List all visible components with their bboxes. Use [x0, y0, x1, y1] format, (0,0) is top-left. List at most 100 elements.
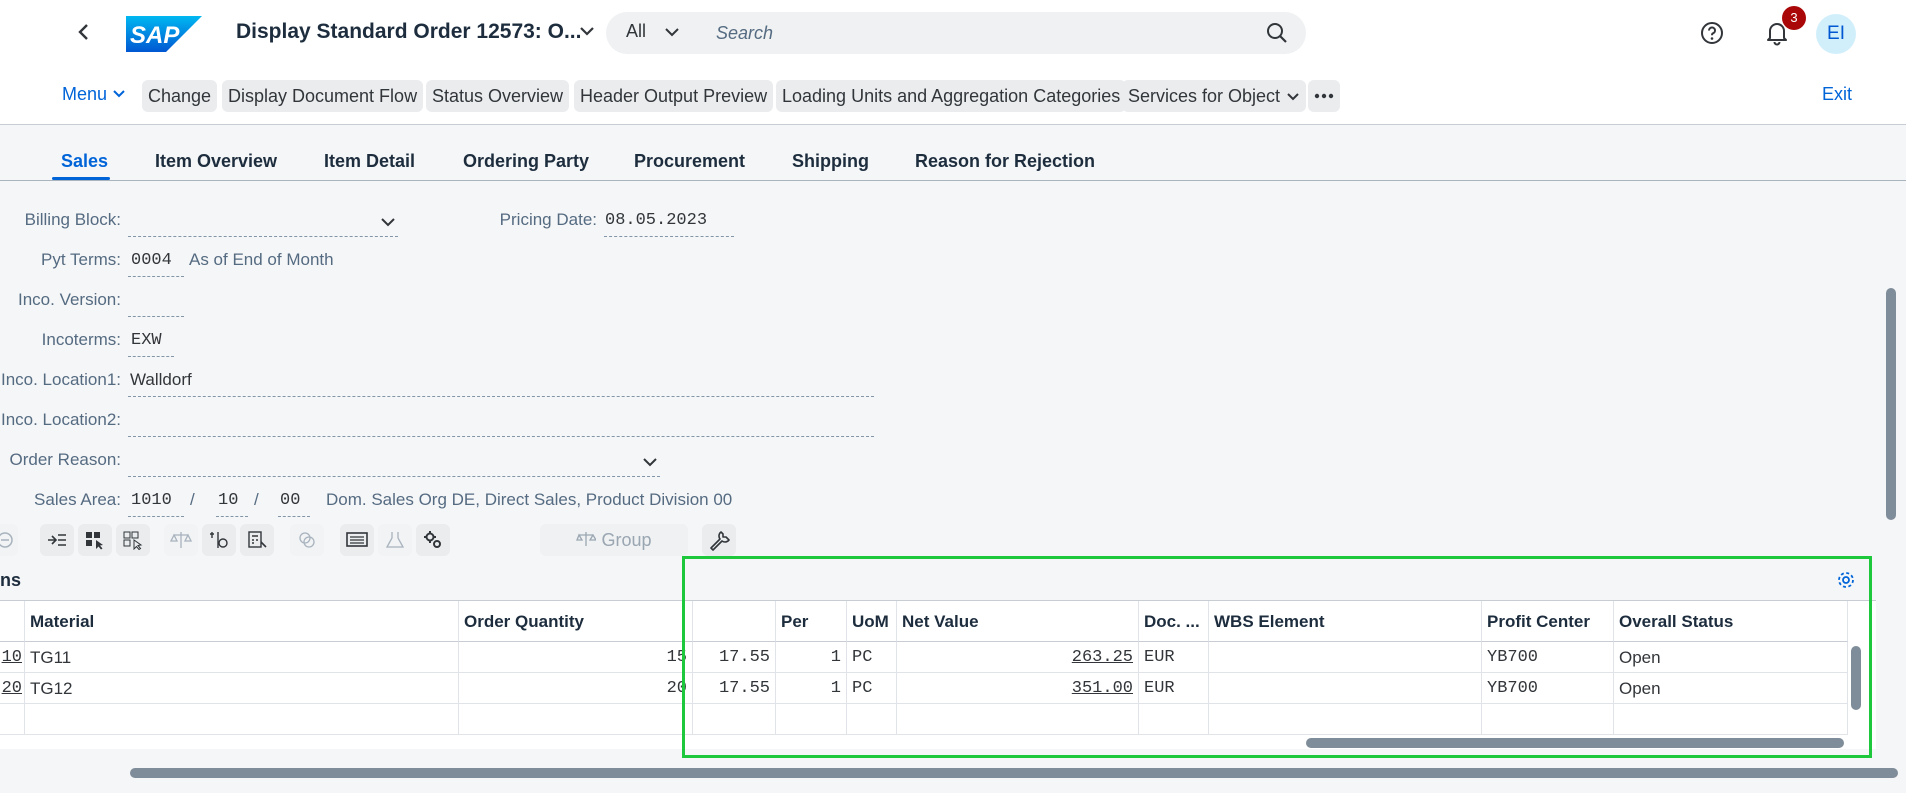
- gear-icon[interactable]: [1836, 570, 1856, 590]
- header-output-preview-button[interactable]: Header Output Preview: [574, 80, 774, 112]
- column-header-profit-center[interactable]: Profit Center: [1482, 601, 1614, 642]
- column-header-doc-currency[interactable]: Doc. ...: [1139, 601, 1209, 642]
- wbs-cell[interactable]: [1209, 673, 1482, 704]
- column-header-uom[interactable]: UoM: [847, 601, 897, 642]
- profit-center-cell[interactable]: YB700: [1482, 673, 1614, 704]
- item-number-link[interactable]: 20: [0, 673, 25, 704]
- change-button[interactable]: Change: [142, 80, 218, 112]
- display-icon[interactable]: [340, 524, 374, 556]
- group-button[interactable]: Group: [540, 524, 688, 556]
- search-scope[interactable]: All: [626, 21, 646, 42]
- price-cell[interactable]: 17.55: [693, 673, 776, 704]
- page-horizontal-scrollbar[interactable]: [130, 768, 1898, 778]
- tab-ordering-party[interactable]: Ordering Party: [463, 151, 589, 172]
- remove-icon[interactable]: [0, 524, 18, 556]
- column-header-per[interactable]: Per: [776, 601, 847, 642]
- incoterms-field[interactable]: [128, 356, 174, 357]
- loading-units-button[interactable]: Loading Units and Aggregation Categories: [776, 80, 1127, 112]
- sales-org-field[interactable]: [128, 516, 184, 517]
- chevron-down-icon[interactable]: [642, 454, 658, 470]
- search-icon[interactable]: [1266, 22, 1288, 44]
- profit-center-cell[interactable]: YB700: [1482, 642, 1614, 673]
- uom-cell[interactable]: PC: [847, 673, 897, 704]
- per-cell[interactable]: 1: [776, 642, 847, 673]
- net-value-link[interactable]: 351.00: [897, 673, 1139, 704]
- status-cell[interactable]: Open: [1614, 642, 1848, 673]
- column-header-item[interactable]: [0, 601, 25, 642]
- balance-icon[interactable]: [164, 524, 198, 556]
- menu-button[interactable]: Menu: [62, 84, 126, 105]
- help-icon[interactable]: [1700, 21, 1724, 45]
- inco-location1-field[interactable]: [128, 396, 874, 397]
- currency-cell[interactable]: EUR: [1139, 642, 1209, 673]
- tab-shipping[interactable]: Shipping: [792, 151, 869, 172]
- page-vertical-scrollbar[interactable]: [1886, 288, 1896, 520]
- table-vertical-scrollbar[interactable]: [1851, 646, 1861, 710]
- net-value-link[interactable]: 263.25: [897, 642, 1139, 673]
- empty-cell[interactable]: [1614, 704, 1848, 735]
- currency-cell[interactable]: EUR: [1139, 673, 1209, 704]
- empty-cell[interactable]: [25, 704, 459, 735]
- column-header-order-quantity[interactable]: Order Quantity: [459, 601, 693, 642]
- inco-version-field[interactable]: [128, 316, 184, 317]
- material-cell[interactable]: TG11: [25, 642, 459, 673]
- wbs-cell[interactable]: [1209, 642, 1482, 673]
- chevron-down-icon[interactable]: [380, 214, 396, 230]
- column-header-net-value[interactable]: Net Value: [897, 601, 1139, 642]
- empty-cell[interactable]: [0, 704, 25, 735]
- tab-procurement[interactable]: Procurement: [634, 151, 745, 172]
- empty-cell[interactable]: [897, 704, 1139, 735]
- search-input[interactable]: [714, 22, 1218, 45]
- coins-icon[interactable]: [290, 524, 324, 556]
- uom-cell[interactable]: PC: [847, 642, 897, 673]
- overflow-button[interactable]: [1308, 80, 1340, 112]
- column-header-price[interactable]: [693, 601, 776, 642]
- tab-item-overview[interactable]: Item Overview: [155, 151, 277, 172]
- empty-cell[interactable]: [847, 704, 897, 735]
- column-header-material[interactable]: Material: [25, 601, 459, 642]
- price-cell[interactable]: 17.55: [693, 642, 776, 673]
- services-for-object-button[interactable]: Services for Object: [1122, 80, 1307, 112]
- status-overview-button[interactable]: Status Overview: [426, 80, 570, 112]
- chevron-down-icon[interactable]: [578, 20, 596, 42]
- chevron-down-icon[interactable]: [664, 24, 680, 40]
- tab-sales[interactable]: Sales: [61, 151, 108, 172]
- item-number-link[interactable]: 10: [0, 642, 25, 673]
- calculator-icon[interactable]: [240, 524, 274, 556]
- back-icon[interactable]: [72, 18, 96, 46]
- tab-item-detail[interactable]: Item Detail: [324, 151, 415, 172]
- order-reason-field[interactable]: [128, 476, 660, 477]
- empty-cell[interactable]: [776, 704, 847, 735]
- quantity-cell[interactable]: 20: [459, 673, 693, 704]
- select-all-icon[interactable]: [78, 524, 112, 556]
- tab-reason-for-rejection[interactable]: Reason for Rejection: [915, 151, 1095, 172]
- pyt-terms-field[interactable]: [128, 276, 184, 277]
- sap-logo[interactable]: SAP: [126, 16, 202, 52]
- column-header-wbs-element[interactable]: WBS Element: [1209, 601, 1482, 642]
- avatar[interactable]: EI: [1816, 14, 1856, 54]
- indent-icon[interactable]: [40, 524, 74, 556]
- table-horizontal-scrollbar[interactable]: [1306, 738, 1844, 748]
- pricing-date-field[interactable]: [604, 236, 734, 237]
- empty-cell[interactable]: [459, 704, 693, 735]
- quantity-cell[interactable]: 15: [459, 642, 693, 673]
- distribution-channel-field[interactable]: [216, 516, 248, 517]
- column-header-overall-status[interactable]: Overall Status: [1614, 601, 1848, 642]
- empty-cell[interactable]: [693, 704, 776, 735]
- flask-icon[interactable]: [378, 524, 412, 556]
- status-cell[interactable]: Open: [1614, 673, 1848, 704]
- empty-cell[interactable]: [1139, 704, 1209, 735]
- settings-cog-icon[interactable]: [416, 524, 450, 556]
- inco-location2-field[interactable]: [128, 436, 874, 437]
- per-cell[interactable]: 1: [776, 673, 847, 704]
- deselect-all-icon[interactable]: [116, 524, 150, 556]
- wrench-icon[interactable]: [702, 524, 736, 556]
- configure-icon[interactable]: [202, 524, 236, 556]
- billing-block-field[interactable]: [128, 236, 398, 237]
- exit-button[interactable]: Exit: [1822, 84, 1852, 105]
- empty-cell[interactable]: [1209, 704, 1482, 735]
- app-title[interactable]: Display Standard Order 12573: O...: [236, 20, 581, 44]
- division-field[interactable]: [278, 516, 310, 517]
- empty-cell[interactable]: [1482, 704, 1614, 735]
- display-document-flow-button[interactable]: Display Document Flow: [222, 80, 424, 112]
